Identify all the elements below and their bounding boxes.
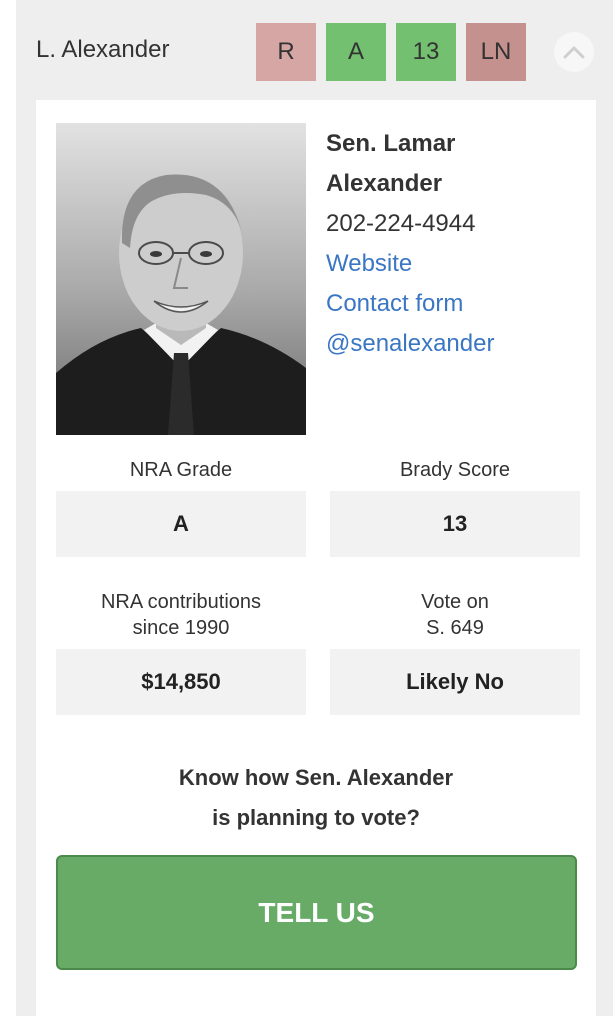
portrait-image bbox=[56, 123, 306, 435]
contact-form-link[interactable]: Contact form bbox=[326, 284, 494, 324]
vote-prompt-line1: Know how Sen. Alexander bbox=[178, 765, 454, 790]
senator-photo bbox=[56, 123, 306, 435]
phone-number[interactable]: 202-224-4944 bbox=[326, 204, 494, 244]
representative-card: Sen. Lamar Alexander 202-224-4944 Websit… bbox=[36, 100, 596, 1016]
senator-name-line1: Sen. Lamar bbox=[326, 130, 456, 157]
brady-score-label: Brady Score bbox=[399, 459, 511, 481]
nra-contributions-label: NRA contributions since 1990 bbox=[56, 589, 306, 641]
chevron-up-icon bbox=[563, 46, 585, 59]
collapse-toggle-button[interactable] bbox=[554, 32, 594, 72]
vote-tag: LN bbox=[466, 23, 526, 81]
twitter-link[interactable]: @senalexander bbox=[326, 324, 494, 364]
nra-contributions-label-line1: NRA contributions bbox=[100, 591, 262, 613]
tell-us-button[interactable]: TELL US bbox=[56, 855, 577, 970]
vote-prompt-line2: is planning to vote? bbox=[212, 805, 420, 830]
vote-label: Vote on S. 649 bbox=[330, 589, 580, 641]
nra-grade-value: A bbox=[56, 491, 306, 557]
representative-panel: L. Alexander R A 13 LN Sen. Lamar Alexan… bbox=[16, 0, 613, 1016]
nra-grade-tag: A bbox=[326, 23, 386, 81]
brady-score-tag: 13 bbox=[396, 23, 456, 81]
vote-value: Likely No bbox=[330, 649, 580, 715]
vote-prompt: Know how Sen. Alexander is planning to v… bbox=[36, 758, 596, 838]
brady-score-value: 13 bbox=[330, 491, 580, 557]
representative-header[interactable]: L. Alexander R A 13 LN bbox=[16, 0, 613, 100]
representative-name: L. Alexander bbox=[36, 36, 170, 63]
party-tag: R bbox=[256, 23, 316, 81]
website-link[interactable]: Website bbox=[326, 244, 494, 284]
vote-label-line2: S. 649 bbox=[426, 617, 484, 639]
nra-contributions-value: $14,850 bbox=[56, 649, 306, 715]
nra-grade-label: NRA Grade bbox=[129, 459, 233, 481]
nra-contributions-label-line2: since 1990 bbox=[132, 617, 230, 639]
vote-label-line1: Vote on bbox=[421, 591, 489, 613]
senator-name-line2: Alexander bbox=[326, 170, 443, 197]
contact-info: Sen. Lamar Alexander 202-224-4944 Websit… bbox=[326, 124, 494, 364]
